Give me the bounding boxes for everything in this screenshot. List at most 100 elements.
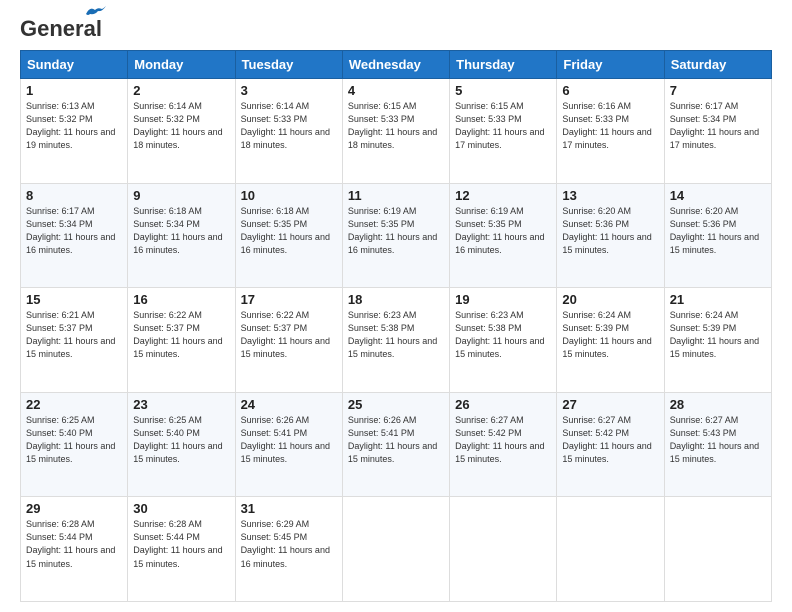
calendar-day-cell: 31 Sunrise: 6:29 AMSunset: 5:45 PMDayligh…: [235, 497, 342, 602]
calendar-day-cell: 5 Sunrise: 6:15 AMSunset: 5:33 PMDaylight…: [450, 79, 557, 184]
day-number: 1: [26, 83, 122, 98]
day-number: 3: [241, 83, 337, 98]
calendar-day-cell: [557, 497, 664, 602]
day-number: 23: [133, 397, 229, 412]
day-info: Sunrise: 6:28 AMSunset: 5:44 PMDaylight:…: [133, 518, 229, 570]
day-number: 15: [26, 292, 122, 307]
day-number: 27: [562, 397, 658, 412]
day-info: Sunrise: 6:26 AMSunset: 5:41 PMDaylight:…: [241, 414, 337, 466]
day-info: Sunrise: 6:20 AMSunset: 5:36 PMDaylight:…: [562, 205, 658, 257]
day-number: 30: [133, 501, 229, 516]
calendar-day-cell: 24 Sunrise: 6:26 AMSunset: 5:41 PMDayligh…: [235, 392, 342, 497]
day-number: 6: [562, 83, 658, 98]
day-number: 22: [26, 397, 122, 412]
calendar-day-cell: 11 Sunrise: 6:19 AMSunset: 5:35 PMDayligh…: [342, 183, 449, 288]
calendar-header-row: SundayMondayTuesdayWednesdayThursdayFrid…: [21, 51, 772, 79]
calendar-header-cell: Monday: [128, 51, 235, 79]
day-info: Sunrise: 6:21 AMSunset: 5:37 PMDaylight:…: [26, 309, 122, 361]
calendar-day-cell: 28 Sunrise: 6:27 AMSunset: 5:43 PMDayligh…: [664, 392, 771, 497]
calendar-day-cell: 15 Sunrise: 6:21 AMSunset: 5:37 PMDayligh…: [21, 288, 128, 393]
calendar-day-cell: 17 Sunrise: 6:22 AMSunset: 5:37 PMDayligh…: [235, 288, 342, 393]
calendar-day-cell: 19 Sunrise: 6:23 AMSunset: 5:38 PMDayligh…: [450, 288, 557, 393]
day-info: Sunrise: 6:22 AMSunset: 5:37 PMDaylight:…: [133, 309, 229, 361]
day-number: 5: [455, 83, 551, 98]
day-info: Sunrise: 6:25 AMSunset: 5:40 PMDaylight:…: [26, 414, 122, 466]
day-info: Sunrise: 6:17 AMSunset: 5:34 PMDaylight:…: [26, 205, 122, 257]
calendar-day-cell: 30 Sunrise: 6:28 AMSunset: 5:44 PMDayligh…: [128, 497, 235, 602]
day-info: Sunrise: 6:18 AMSunset: 5:34 PMDaylight:…: [133, 205, 229, 257]
day-info: Sunrise: 6:15 AMSunset: 5:33 PMDaylight:…: [348, 100, 444, 152]
calendar-day-cell: 12Sunrise: 6:19 AMSunset: 5:35 PMDayligh…: [450, 183, 557, 288]
calendar-header-cell: Wednesday: [342, 51, 449, 79]
day-number: 29: [26, 501, 122, 516]
day-number: 16: [133, 292, 229, 307]
day-info: Sunrise: 6:25 AMSunset: 5:40 PMDaylight:…: [133, 414, 229, 466]
day-info: Sunrise: 6:24 AMSunset: 5:39 PMDaylight:…: [670, 309, 766, 361]
calendar-day-cell: 20 Sunrise: 6:24 AMSunset: 5:39 PMDayligh…: [557, 288, 664, 393]
calendar-header-cell: Thursday: [450, 51, 557, 79]
day-info: Sunrise: 6:28 AMSunset: 5:44 PMDaylight:…: [26, 518, 122, 570]
day-number: 20: [562, 292, 658, 307]
calendar-day-cell: 26 Sunrise: 6:27 AMSunset: 5:42 PMDayligh…: [450, 392, 557, 497]
calendar-day-cell: [450, 497, 557, 602]
calendar-day-cell: 9Sunrise: 6:18 AMSunset: 5:34 PMDaylight…: [128, 183, 235, 288]
day-number: 18: [348, 292, 444, 307]
day-info: Sunrise: 6:15 AMSunset: 5:33 PMDaylight:…: [455, 100, 551, 152]
day-number: 28: [670, 397, 766, 412]
calendar-day-cell: 2 Sunrise: 6:14 AMSunset: 5:32 PMDaylight…: [128, 79, 235, 184]
day-number: 2: [133, 83, 229, 98]
logo: General: [20, 16, 102, 40]
header: General: [20, 16, 772, 40]
calendar-day-cell: 7 Sunrise: 6:17 AMSunset: 5:34 PMDaylight…: [664, 79, 771, 184]
day-info: Sunrise: 6:22 AMSunset: 5:37 PMDaylight:…: [241, 309, 337, 361]
day-number: 8: [26, 188, 122, 203]
calendar-table: SundayMondayTuesdayWednesdayThursdayFrid…: [20, 50, 772, 602]
day-info: Sunrise: 6:27 AMSunset: 5:42 PMDaylight:…: [455, 414, 551, 466]
day-info: Sunrise: 6:17 AMSunset: 5:34 PMDaylight:…: [670, 100, 766, 152]
calendar-day-cell: 6Sunrise: 6:16 AMSunset: 5:33 PMDaylight…: [557, 79, 664, 184]
calendar-week-row: 8 Sunrise: 6:17 AMSunset: 5:34 PMDaylight…: [21, 183, 772, 288]
day-number: 7: [670, 83, 766, 98]
day-info: Sunrise: 6:14 AMSunset: 5:32 PMDaylight:…: [133, 100, 229, 152]
calendar-week-row: 1 Sunrise: 6:13 AMSunset: 5:32 PMDaylight…: [21, 79, 772, 184]
calendar-day-cell: 13 Sunrise: 6:20 AMSunset: 5:36 PMDayligh…: [557, 183, 664, 288]
calendar-day-cell: 10 Sunrise: 6:18 AMSunset: 5:35 PMDayligh…: [235, 183, 342, 288]
calendar-header-cell: Tuesday: [235, 51, 342, 79]
day-number: 21: [670, 292, 766, 307]
day-number: 11: [348, 188, 444, 203]
calendar-week-row: 15 Sunrise: 6:21 AMSunset: 5:37 PMDayligh…: [21, 288, 772, 393]
calendar-day-cell: 22 Sunrise: 6:25 AMSunset: 5:40 PMDayligh…: [21, 392, 128, 497]
day-number: 13: [562, 188, 658, 203]
calendar-day-cell: 23 Sunrise: 6:25 AMSunset: 5:40 PMDayligh…: [128, 392, 235, 497]
calendar-day-cell: 1 Sunrise: 6:13 AMSunset: 5:32 PMDaylight…: [21, 79, 128, 184]
calendar-day-cell: 29 Sunrise: 6:28 AMSunset: 5:44 PMDayligh…: [21, 497, 128, 602]
day-info: Sunrise: 6:24 AMSunset: 5:39 PMDaylight:…: [562, 309, 658, 361]
day-number: 17: [241, 292, 337, 307]
day-number: 25: [348, 397, 444, 412]
day-info: Sunrise: 6:19 AMSunset: 5:35 PMDaylight:…: [455, 205, 551, 257]
day-info: Sunrise: 6:27 AMSunset: 5:43 PMDaylight:…: [670, 414, 766, 466]
day-number: 10: [241, 188, 337, 203]
day-info: Sunrise: 6:27 AMSunset: 5:42 PMDaylight:…: [562, 414, 658, 466]
calendar-day-cell: 4 Sunrise: 6:15 AMSunset: 5:33 PMDaylight…: [342, 79, 449, 184]
day-number: 26: [455, 397, 551, 412]
day-info: Sunrise: 6:18 AMSunset: 5:35 PMDaylight:…: [241, 205, 337, 257]
day-number: 31: [241, 501, 337, 516]
calendar-day-cell: [664, 497, 771, 602]
day-info: Sunrise: 6:20 AMSunset: 5:36 PMDaylight:…: [670, 205, 766, 257]
calendar-day-cell: 25Sunrise: 6:26 AMSunset: 5:41 PMDayligh…: [342, 392, 449, 497]
day-number: 24: [241, 397, 337, 412]
calendar-day-cell: 8 Sunrise: 6:17 AMSunset: 5:34 PMDaylight…: [21, 183, 128, 288]
day-number: 19: [455, 292, 551, 307]
day-info: Sunrise: 6:29 AMSunset: 5:45 PMDaylight:…: [241, 518, 337, 570]
day-info: Sunrise: 6:13 AMSunset: 5:32 PMDaylight:…: [26, 100, 122, 152]
calendar-body: 1 Sunrise: 6:13 AMSunset: 5:32 PMDaylight…: [21, 79, 772, 602]
calendar-header-cell: Sunday: [21, 51, 128, 79]
day-info: Sunrise: 6:14 AMSunset: 5:33 PMDaylight:…: [241, 100, 337, 152]
day-number: 4: [348, 83, 444, 98]
day-info: Sunrise: 6:23 AMSunset: 5:38 PMDaylight:…: [348, 309, 444, 361]
calendar-day-cell: 27 Sunrise: 6:27 AMSunset: 5:42 PMDayligh…: [557, 392, 664, 497]
day-info: Sunrise: 6:19 AMSunset: 5:35 PMDaylight:…: [348, 205, 444, 257]
day-info: Sunrise: 6:23 AMSunset: 5:38 PMDaylight:…: [455, 309, 551, 361]
calendar-week-row: 29 Sunrise: 6:28 AMSunset: 5:44 PMDayligh…: [21, 497, 772, 602]
